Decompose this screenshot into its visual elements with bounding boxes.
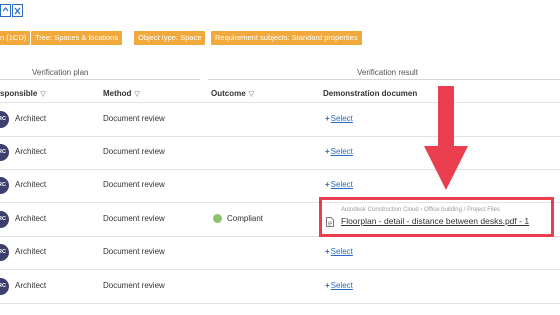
method-cell: Document review	[103, 147, 165, 156]
responsible-cell: Architect	[15, 147, 47, 156]
group-header-verification-plan: Verification plan	[32, 68, 89, 77]
avatar: RC	[0, 211, 9, 228]
filter-chip-requirement-subjects[interactable]: Requirement subjects: Standard propertie…	[211, 31, 362, 45]
highlight-box	[319, 197, 554, 237]
filter-chip-object-type[interactable]: Object type: Space	[134, 31, 206, 45]
compliant-status-icon	[213, 214, 222, 223]
avatar: RC	[0, 144, 9, 161]
responsible-cell: Architect	[15, 180, 47, 189]
divider	[0, 136, 560, 137]
filter-icon[interactable]: ▽	[40, 90, 45, 98]
plus-icon: +	[325, 281, 330, 290]
method-cell: Document review	[103, 180, 165, 189]
select-document-link[interactable]: +Select	[325, 247, 353, 256]
responsible-cell: Architect	[15, 247, 47, 256]
divider	[208, 79, 560, 80]
plus-icon: +	[325, 147, 330, 156]
filter-icon[interactable]: ▽	[249, 90, 254, 98]
outcome-cell: Compliant	[227, 214, 264, 223]
responsible-cell: Architect	[15, 114, 47, 123]
divider	[0, 102, 560, 103]
select-document-link[interactable]: +Select	[325, 281, 353, 290]
select-document-link[interactable]: +Select	[325, 114, 353, 123]
column-header-demonstration-documents[interactable]: Demonstration documen	[323, 89, 417, 98]
method-cell: Document review	[103, 281, 165, 290]
select-document-link[interactable]: +Select	[325, 147, 353, 156]
excel-export-icon[interactable]	[12, 4, 23, 17]
responsible-cell: Architect	[15, 214, 47, 223]
arrow-down-icon	[424, 86, 468, 192]
select-document-link[interactable]: +Select	[325, 180, 353, 189]
plus-icon: +	[325, 180, 330, 189]
avatar: RC	[0, 177, 9, 194]
divider	[0, 169, 560, 170]
avatar: RC	[0, 278, 9, 295]
filter-icon[interactable]: ▽	[134, 90, 139, 98]
column-header-outcome[interactable]: Outcome ▽	[211, 89, 254, 98]
responsible-cell: Architect	[15, 281, 47, 290]
avatar: RC	[0, 111, 9, 128]
group-header-verification-result: Verification result	[357, 68, 418, 77]
method-cell: Document review	[103, 114, 165, 123]
sync-icon[interactable]	[0, 4, 11, 17]
column-header-method[interactable]: Method ▽	[103, 89, 140, 98]
avatar: RC	[0, 244, 9, 261]
divider	[0, 269, 560, 270]
filter-chip-id[interactable]: n (1CD)	[0, 31, 31, 45]
method-cell: Document review	[103, 214, 165, 223]
plus-icon: +	[325, 247, 330, 256]
divider	[0, 79, 200, 80]
method-cell: Document review	[103, 247, 165, 256]
plus-icon: +	[325, 114, 330, 123]
column-header-responsible[interactable]: sponsible ▽	[0, 89, 46, 98]
filter-chip-tree[interactable]: Tree: Spaces & locations	[31, 31, 123, 45]
divider	[0, 303, 560, 304]
